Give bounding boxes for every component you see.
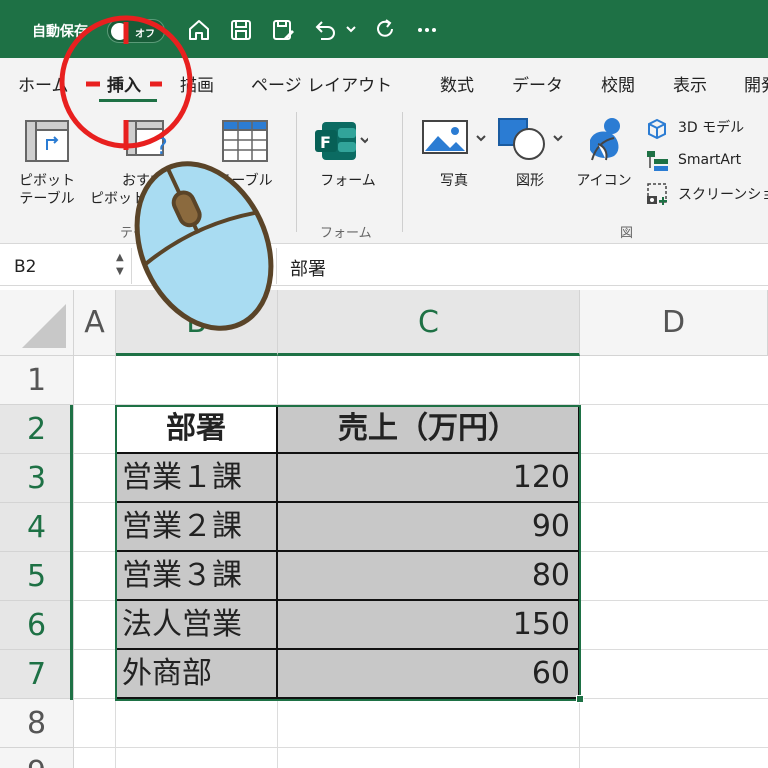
- tab-developer[interactable]: 開発: [744, 71, 768, 96]
- table-label[interactable]: テーブル: [212, 172, 278, 191]
- row-header-1[interactable]: 1: [0, 356, 74, 405]
- shapes-icon[interactable]: [498, 118, 566, 162]
- screenshot-icon[interactable]: [646, 182, 670, 206]
- svg-text:?: ?: [156, 135, 168, 160]
- autosave-state: オフ: [135, 29, 155, 40]
- smartart-label[interactable]: SmartArt: [678, 151, 741, 170]
- pictures-icon[interactable]: [422, 120, 488, 160]
- more-options-icon[interactable]: [414, 17, 440, 43]
- autosave-label: 自動保存: [32, 24, 88, 40]
- pivot-table-icon[interactable]: [25, 120, 69, 162]
- column-header-a[interactable]: A: [74, 290, 116, 356]
- svg-text:F: F: [320, 133, 331, 152]
- ribbon-separator: [296, 112, 297, 232]
- row-header-5[interactable]: 5: [0, 552, 74, 601]
- shapes-label[interactable]: 図形: [510, 172, 550, 191]
- row-selection-indicator: [70, 405, 73, 700]
- save-icon[interactable]: [228, 17, 254, 43]
- pivot-table-label-2[interactable]: テーブル: [15, 190, 79, 209]
- tab-review[interactable]: 校閲: [601, 71, 635, 96]
- undo-icon[interactable]: [312, 17, 338, 43]
- forms-icon[interactable]: F: [314, 120, 368, 164]
- autosave-toggle[interactable]: オフ: [107, 19, 165, 43]
- row-header-3[interactable]: 3: [0, 454, 74, 503]
- ribbon-separator: [402, 112, 403, 232]
- undo-dropdown-chevron-icon[interactable]: [344, 22, 358, 48]
- tab-formulas[interactable]: 数式: [440, 71, 474, 96]
- row-header-2[interactable]: 2: [0, 405, 74, 454]
- icons-label[interactable]: アイコン: [572, 172, 636, 191]
- forms-group-label: フォーム: [320, 226, 372, 241]
- spin-down-icon[interactable]: ▼: [116, 266, 124, 277]
- 3d-models-icon[interactable]: [646, 118, 668, 140]
- selection-range-border: [115, 405, 581, 701]
- screenshot-label[interactable]: スクリーンショット: [678, 186, 768, 205]
- fill-handle[interactable]: [576, 695, 584, 703]
- tab-page-layout[interactable]: ページ レイアウト: [251, 71, 392, 96]
- row-header-7[interactable]: 7: [0, 650, 74, 699]
- recommended-pivot-icon[interactable]: ?: [126, 120, 172, 164]
- icons-icon[interactable]: [584, 116, 624, 164]
- row-header-4[interactable]: 4: [0, 503, 74, 552]
- select-all-triangle-icon: [22, 304, 66, 348]
- pivot-table-label-1[interactable]: ピボット: [15, 172, 79, 191]
- spin-up-icon[interactable]: ▲: [116, 252, 124, 263]
- recommended-pivot-label-1[interactable]: おすすめ: [118, 172, 182, 191]
- tab-insert[interactable]: 挿入: [107, 71, 141, 96]
- toggle-knob: [111, 23, 128, 40]
- forms-label[interactable]: フォーム: [314, 172, 382, 191]
- column-header-b[interactable]: B: [116, 290, 278, 356]
- recommended-pivot-label-2[interactable]: ピボット: [86, 190, 150, 209]
- active-tab-indicator: [99, 99, 157, 102]
- gridline: [74, 747, 768, 748]
- column-header-d[interactable]: D: [580, 290, 768, 356]
- 3d-models-label[interactable]: 3D モデル: [678, 119, 744, 138]
- row-header-9[interactable]: 9: [0, 748, 74, 768]
- tab-home[interactable]: ホーム: [18, 71, 69, 96]
- formula-input[interactable]: [276, 248, 768, 284]
- save-as-icon[interactable]: [270, 17, 296, 43]
- column-header-c[interactable]: C: [278, 290, 580, 356]
- home-icon[interactable]: [186, 17, 212, 43]
- redo-icon[interactable]: [372, 17, 398, 43]
- table-icon[interactable]: [222, 120, 268, 162]
- name-box-value[interactable]: B2: [14, 257, 36, 277]
- tab-view[interactable]: 表示: [673, 71, 707, 96]
- row-header-6[interactable]: 6: [0, 601, 74, 650]
- formula-value[interactable]: 部署: [290, 255, 326, 281]
- tab-draw[interactable]: 描画: [180, 71, 214, 96]
- tables-group-label: テーブル: [120, 226, 172, 241]
- select-all-corner[interactable]: [0, 290, 74, 356]
- illustrations-group-label: 図: [620, 226, 634, 241]
- smartart-icon[interactable]: [646, 150, 670, 172]
- row-header-8[interactable]: 8: [0, 699, 74, 748]
- pictures-label[interactable]: 写真: [434, 172, 474, 191]
- tab-data[interactable]: データ: [512, 71, 563, 96]
